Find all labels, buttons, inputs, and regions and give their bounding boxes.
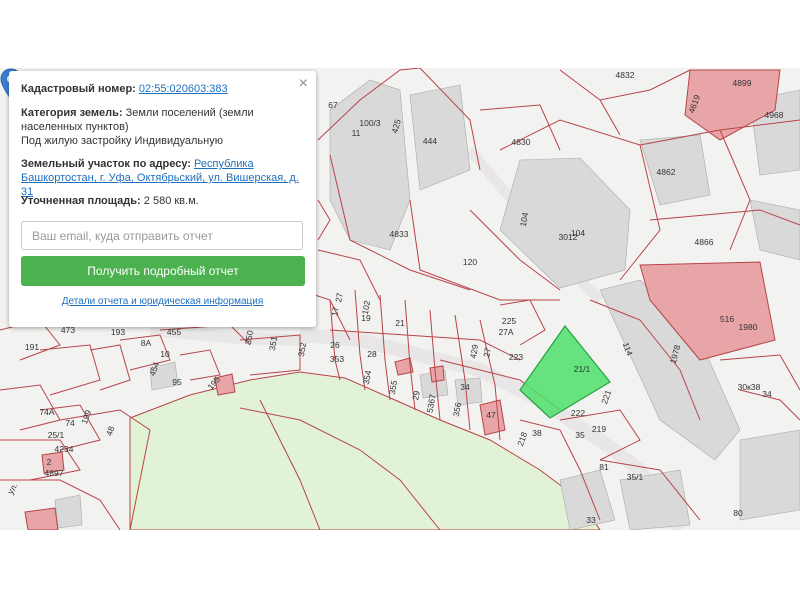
map-label: 219: [592, 424, 606, 434]
map-label: 8А: [141, 338, 152, 348]
map-label: 30к38: [738, 382, 761, 392]
map-label: 47: [486, 410, 496, 420]
area-value: 2 580 кв.м.: [143, 195, 199, 207]
map-label: 353: [330, 354, 344, 364]
map-label: 29: [410, 390, 422, 401]
map-label: 10: [160, 349, 170, 359]
map-label: 222: [571, 408, 585, 418]
map-label: 516: [720, 314, 734, 324]
map-label: 34: [762, 389, 772, 399]
building: [749, 199, 800, 261]
cadastral-label: Кадастровый номер:: [21, 83, 136, 95]
map-label: 4832: [616, 70, 635, 80]
map-label: 11: [352, 128, 361, 138]
map-label: 28: [367, 349, 377, 359]
map-label: 38: [532, 428, 542, 438]
map-label: 48: [104, 425, 117, 438]
get-report-button[interactable]: Получить подробный отчет: [21, 256, 305, 286]
map-label: 2: [47, 457, 52, 467]
details-row: Детали отчета и юридическая информация: [9, 296, 316, 307]
map-label: 4866: [695, 237, 714, 247]
building: [329, 79, 411, 251]
map-label: 351: [267, 335, 279, 351]
map-label: 218: [515, 430, 529, 447]
map-label: 221: [599, 388, 613, 405]
map-label: 33: [586, 515, 596, 525]
map-label: 3012: [559, 232, 578, 242]
map-label: 4862: [657, 167, 676, 177]
email-input[interactable]: [21, 221, 303, 250]
map-label: 95: [172, 377, 182, 387]
map-label: 25/1: [48, 430, 65, 440]
map-label: 352: [296, 341, 308, 357]
map-label: 355: [387, 379, 399, 395]
map-label: 354: [361, 369, 373, 385]
map-label: 21/1: [574, 364, 591, 374]
map-label: 4899: [733, 78, 752, 88]
map-label: 1980: [739, 322, 758, 332]
map-label: 26: [330, 340, 340, 350]
map-label: 4833: [390, 229, 409, 239]
map-label: 74: [65, 418, 75, 428]
map-label: 429: [468, 343, 480, 359]
area-label: Уточненная площадь:: [21, 195, 141, 207]
map-label: 74А: [39, 407, 54, 417]
cadastral-number-link[interactable]: 02:55:020603:383: [139, 83, 228, 95]
address-label: Земельный участок по адресу:: [21, 158, 191, 170]
map-label: 199: [79, 408, 93, 425]
map-label: 27: [333, 292, 345, 303]
map-label: 35/1: [627, 472, 644, 482]
map-label: 19: [361, 313, 371, 323]
details-link[interactable]: Детали отчета и юридическая информация: [62, 296, 264, 307]
map-label: 34: [460, 382, 470, 392]
map-label: 27А: [498, 327, 513, 337]
map-label: 17: [329, 306, 341, 317]
map-label: 191: [25, 342, 39, 352]
map-label: 4234: [55, 444, 74, 454]
map-label: ул.: [5, 481, 19, 496]
building: [54, 494, 83, 529]
map-label: 120: [463, 257, 477, 267]
map-label: 100/3: [359, 118, 381, 128]
map-label: 81: [599, 462, 609, 472]
land-category-row: Категория земель: Земли поселений (земли…: [21, 106, 305, 148]
map-label: 80: [733, 508, 743, 518]
map-label: 67: [328, 100, 338, 110]
address-row: Земельный участок по адресу: Республика …: [21, 157, 305, 199]
plot-info-popup: × Кадастровый номер: 02:55:020603:383 Ка…: [9, 71, 316, 327]
map-label: 35: [575, 430, 585, 440]
usage-value: Под жилую застройку Индивидуальную: [21, 135, 223, 147]
building: [409, 84, 471, 191]
map-label: 225: [502, 316, 516, 326]
building: [739, 429, 800, 521]
map-label: 223: [509, 352, 523, 362]
map-label: 455: [167, 327, 181, 337]
map-label: 4897: [45, 468, 64, 478]
map-label: 4968: [765, 110, 784, 120]
area-row: Уточненная площадь: 2 580 кв.м.: [21, 194, 305, 208]
map-label: 356: [451, 401, 463, 417]
map-label: 27: [481, 347, 493, 358]
map-label: 21: [395, 318, 405, 328]
highlighted-parcel: [24, 507, 59, 530]
map-label: 5367: [424, 393, 437, 414]
map-label: 444: [423, 136, 437, 146]
highlighted-parcel: [429, 365, 445, 383]
map-label: 4830: [512, 137, 531, 147]
cadastral-number-row: Кадастровый номер: 02:55:020603:383: [21, 82, 305, 96]
map-label: 193: [111, 327, 125, 337]
category-label: Категория земель:: [21, 107, 123, 119]
